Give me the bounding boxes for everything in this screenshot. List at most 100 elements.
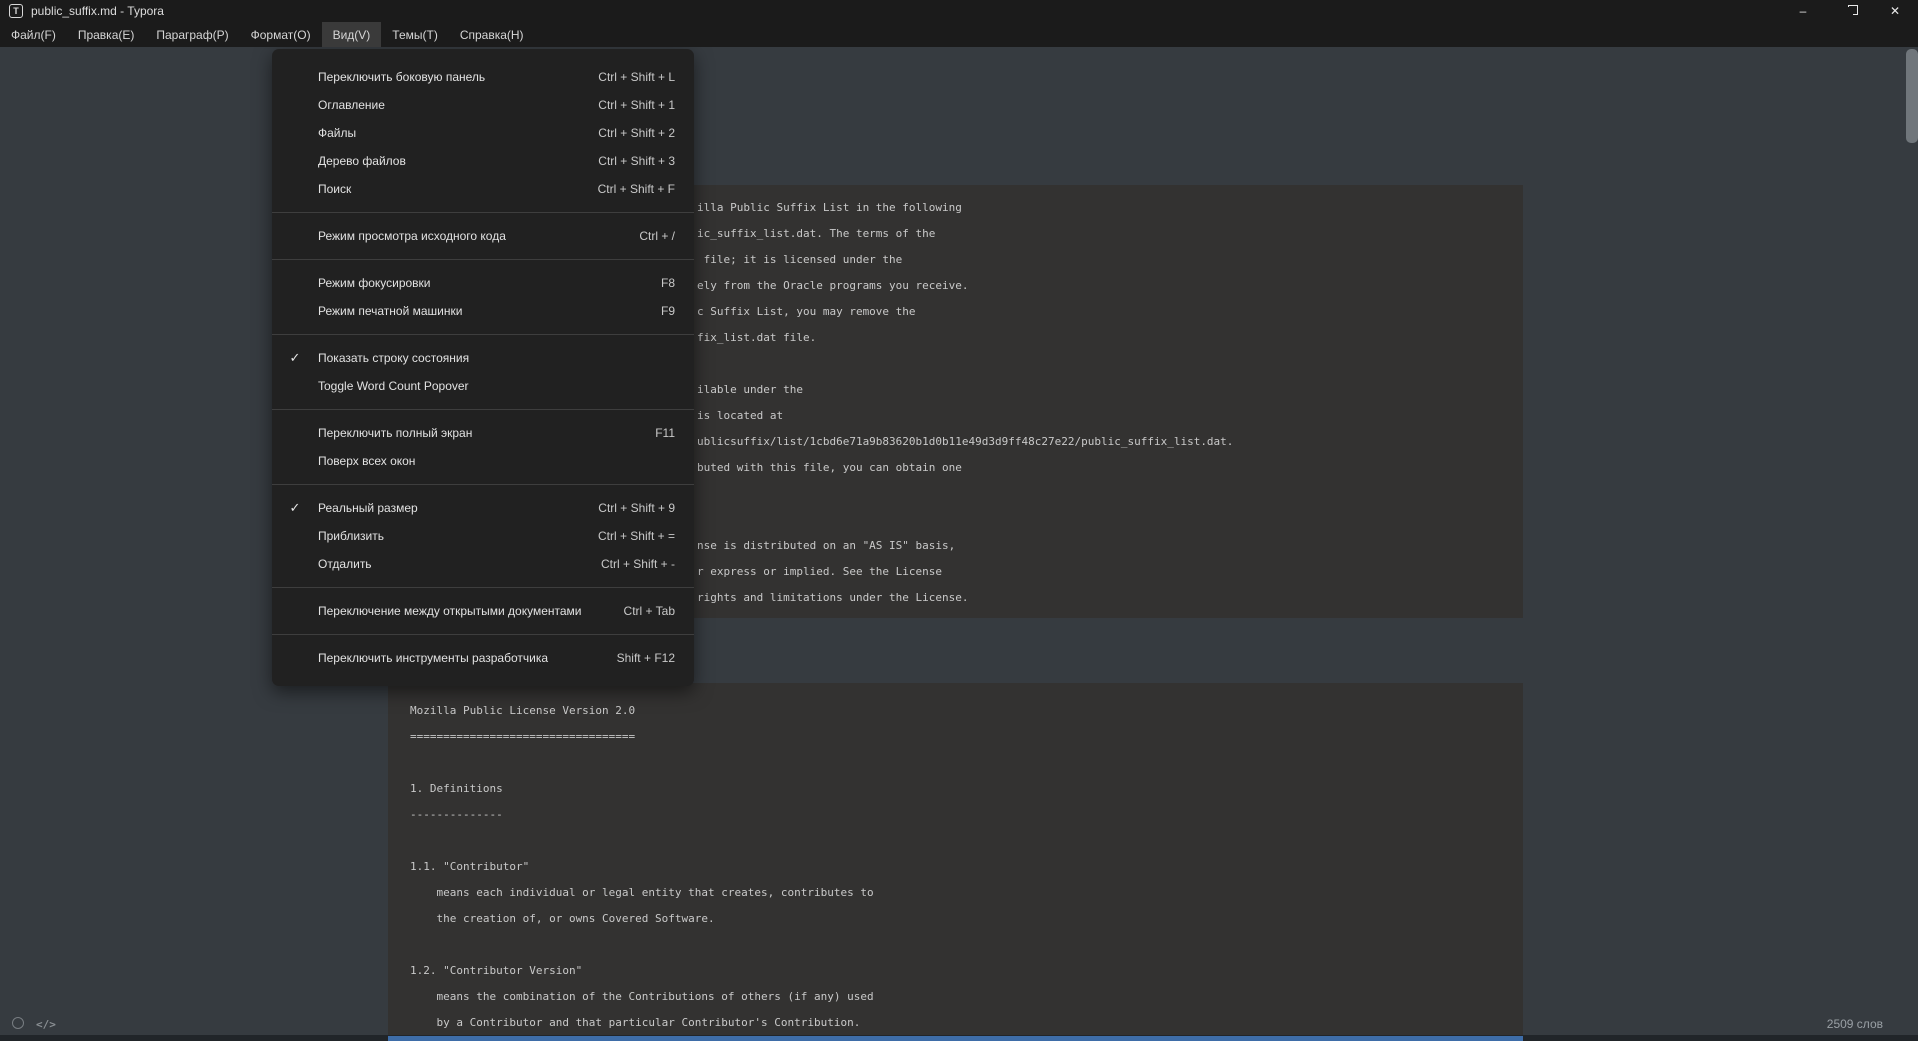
code-line <box>410 750 1523 776</box>
code-block-mpl-text[interactable]: Mozilla Public License Version 2.0======… <box>388 683 1523 1041</box>
menu-item-file-tree[interactable]: Дерево файловCtrl + Shift + 3 <box>272 147 694 175</box>
menu-item-typewriter-mode[interactable]: Режим печатной машинкиF9 <box>272 297 694 325</box>
menu-separator <box>272 587 694 588</box>
restore-button[interactable] <box>1826 0 1872 22</box>
menu-item-toggle-word-count[interactable]: Toggle Word Count Popover <box>272 372 694 400</box>
menu-item-shortcut: Ctrl + Shift + = <box>598 529 694 543</box>
menu-separator <box>272 634 694 635</box>
code-line: fix_list.dat file. <box>697 325 1523 351</box>
typora-app-icon: T <box>9 4 23 18</box>
code-line: by a Contributor and that particular Con… <box>410 1010 1523 1036</box>
menubar-item-edit[interactable]: Правка(E) <box>67 22 146 47</box>
close-button[interactable]: ✕ <box>1872 0 1918 22</box>
circle-status-icon[interactable] <box>12 1017 24 1029</box>
menu-item-label: Переключить полный экран <box>318 426 655 440</box>
word-count-label[interactable]: 2509 слов <box>1827 1017 1883 1031</box>
menu-item-toggle-sidebar[interactable]: Переключить боковую панельCtrl + Shift +… <box>272 63 694 91</box>
minimize-button[interactable]: – <box>1780 0 1826 22</box>
restore-icon <box>1845 7 1853 15</box>
code-line: the creation of, or owns Covered Softwar… <box>410 906 1523 932</box>
menu-item-outline[interactable]: ОглавлениеCtrl + Shift + 1 <box>272 91 694 119</box>
menu-item-shortcut: Ctrl + Shift + 1 <box>598 98 694 112</box>
menu-item-shortcut: F8 <box>661 276 694 290</box>
menu-item-shortcut: Ctrl + Shift + 3 <box>598 154 694 168</box>
selection-highlight <box>388 1036 1523 1041</box>
code-line <box>410 828 1523 854</box>
menu-item-label: Дерево файлов <box>318 154 598 168</box>
code-line: 1.2. "Contributor Version" <box>410 958 1523 984</box>
code-line: ely from the Oracle programs you receive… <box>697 273 1523 299</box>
menu-item-label: Приблизить <box>318 529 598 543</box>
menu-separator <box>272 334 694 335</box>
menu-item-focus-mode[interactable]: Режим фокусировкиF8 <box>272 269 694 297</box>
menu-separator <box>272 409 694 410</box>
menu-bar: Файл(F)Правка(E)Параграф(P)Формат(O)Вид(… <box>0 22 1918 47</box>
menu-item-switch-documents[interactable]: Переключение между открытыми документами… <box>272 597 694 625</box>
code-line: 1. Definitions <box>410 776 1523 802</box>
window-controls: – ✕ <box>1780 0 1918 22</box>
code-line: means each individual or legal entity th… <box>410 880 1523 906</box>
menubar-item-help[interactable]: Справка(H) <box>449 22 535 47</box>
menu-item-label: Toggle Word Count Popover <box>318 379 675 393</box>
checkmark-icon: ✓ <box>272 350 318 366</box>
menu-item-label: Поверх всех окон <box>318 454 675 468</box>
menu-item-shortcut: Shift + F12 <box>617 651 694 665</box>
menu-item-label: Переключить боковую панель <box>318 70 598 84</box>
menu-item-shortcut: Ctrl + Shift + L <box>598 70 694 84</box>
title-bar: T public_suffix.md - Typora – ✕ <box>0 0 1918 22</box>
code-line: c Suffix List, you may remove the <box>697 299 1523 325</box>
menu-item-shortcut: F9 <box>661 304 694 318</box>
editor-area[interactable]: illa Public Suffix List in the following… <box>0 47 1918 1041</box>
menu-item-shortcut: Ctrl + Shift + F <box>598 182 694 196</box>
menu-item-label: Поиск <box>318 182 598 196</box>
menu-item-label: Отдалить <box>318 557 601 571</box>
view-menu-dropdown: Переключить боковую панельCtrl + Shift +… <box>272 49 694 686</box>
menu-item-label: Режим печатной машинки <box>318 304 661 318</box>
menu-separator <box>272 484 694 485</box>
code-line: file; it is licensed under the <box>697 247 1523 273</box>
code-line: illa Public Suffix List in the following <box>697 195 1523 221</box>
code-line <box>410 932 1523 958</box>
menu-item-toggle-devtools[interactable]: Переключить инструменты разработчикаShif… <box>272 644 694 672</box>
menu-item-label: Режим просмотра исходного кода <box>318 229 639 243</box>
code-line: buted with this file, you can obtain one <box>697 455 1523 481</box>
menu-item-label: Переключение между открытыми документами <box>318 604 624 618</box>
menu-item-shortcut: Ctrl + Shift + 2 <box>598 126 694 140</box>
menu-item-label: Показать строку состояния <box>318 351 675 365</box>
code-line: means the combination of the Contributio… <box>410 984 1523 1010</box>
source-code-mode-icon[interactable]: </> <box>36 1018 56 1031</box>
menu-item-label: Файлы <box>318 126 598 140</box>
code-line: nse is distributed on an "AS IS" basis, <box>697 533 1523 559</box>
menu-item-shortcut: Ctrl + Shift + - <box>601 557 694 571</box>
vertical-scrollbar-thumb[interactable] <box>1906 49 1918 143</box>
menu-item-files[interactable]: ФайлыCtrl + Shift + 2 <box>272 119 694 147</box>
menubar-item-file[interactable]: Файл(F) <box>0 22 67 47</box>
menu-item-source-code-mode[interactable]: Режим просмотра исходного кодаCtrl + / <box>272 222 694 250</box>
menu-item-shortcut: F11 <box>655 426 694 440</box>
menu-separator <box>272 259 694 260</box>
menubar-item-format[interactable]: Формат(O) <box>240 22 322 47</box>
menu-item-search[interactable]: ПоискCtrl + Shift + F <box>272 175 694 203</box>
menu-item-always-on-top[interactable]: Поверх всех окон <box>272 447 694 475</box>
window-title: public_suffix.md - Typora <box>31 4 164 18</box>
menu-item-shortcut: Ctrl + Shift + 9 <box>598 501 694 515</box>
code-line: ================================== <box>410 724 1523 750</box>
code-line: r express or implied. See the License <box>697 559 1523 585</box>
menubar-item-themes[interactable]: Темы(T) <box>381 22 449 47</box>
menu-item-zoom-out[interactable]: ОтдалитьCtrl + Shift + - <box>272 550 694 578</box>
menu-item-shortcut: Ctrl + / <box>639 229 694 243</box>
menu-item-toggle-fullscreen[interactable]: Переключить полный экранF11 <box>272 419 694 447</box>
menu-separator <box>272 212 694 213</box>
menu-item-label: Переключить инструменты разработчика <box>318 651 617 665</box>
menubar-item-paragraph[interactable]: Параграф(P) <box>145 22 239 47</box>
menu-item-label: Режим фокусировки <box>318 276 661 290</box>
code-line: -------------- <box>410 802 1523 828</box>
menu-item-actual-size[interactable]: ✓Реальный размерCtrl + Shift + 9 <box>272 494 694 522</box>
menu-item-zoom-in[interactable]: ПриблизитьCtrl + Shift + = <box>272 522 694 550</box>
code-line: ublicsuffix/list/1cbd6e71a9b83620b1d0b11… <box>697 429 1523 455</box>
menu-item-show-status-bar[interactable]: ✓Показать строку состояния <box>272 344 694 372</box>
code-line: Mozilla Public License Version 2.0 <box>410 698 1523 724</box>
code-line: ic_suffix_list.dat. The terms of the <box>697 221 1523 247</box>
menubar-item-view[interactable]: Вид(V) <box>322 22 382 47</box>
code-line: rights and limitations under the License… <box>697 585 1523 611</box>
